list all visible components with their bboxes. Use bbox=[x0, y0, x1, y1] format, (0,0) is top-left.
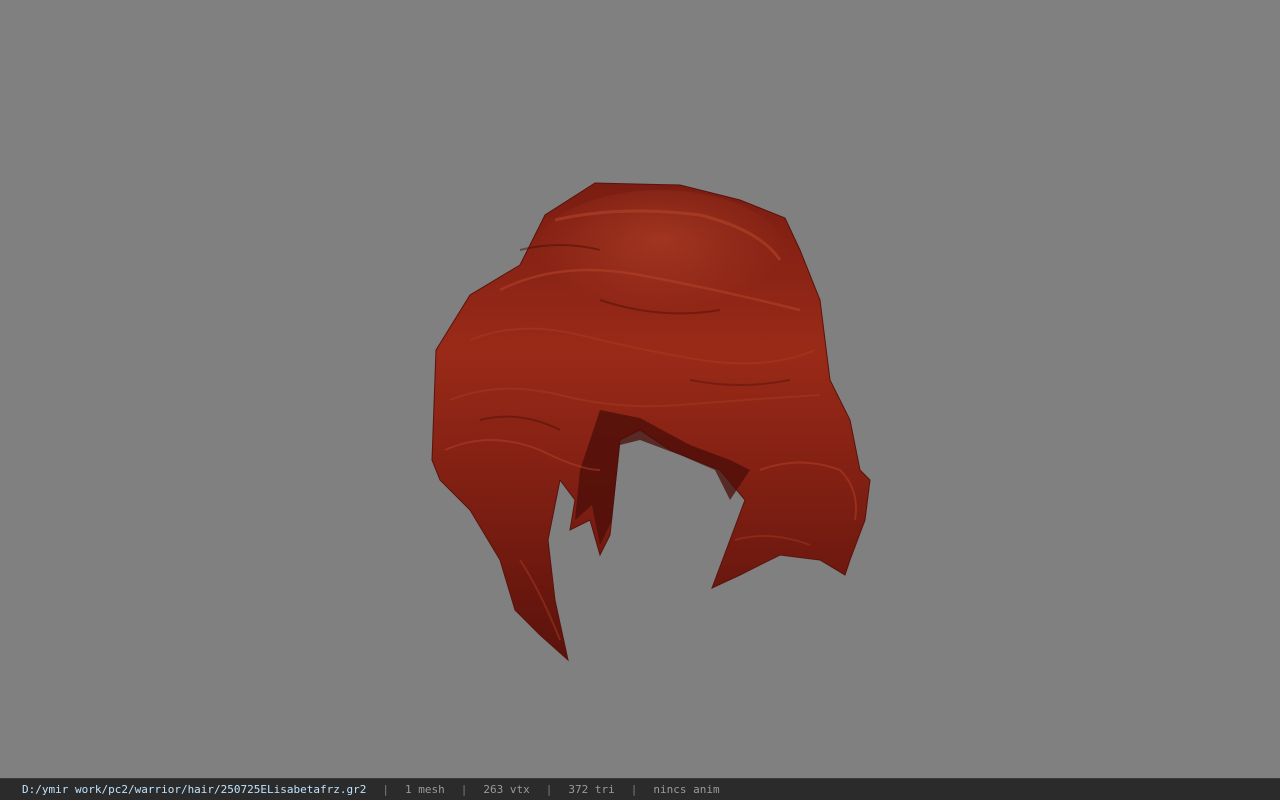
separator: | bbox=[630, 783, 638, 796]
status-bar: D:/ymir work/pc2/warrior/hair/250725ELis… bbox=[0, 778, 1280, 800]
separator: | bbox=[545, 783, 553, 796]
hair-mesh bbox=[431, 182, 871, 662]
file-path: D:/ymir work/pc2/warrior/hair/250725ELis… bbox=[22, 783, 367, 796]
3d-viewport[interactable] bbox=[0, 0, 1280, 778]
hair-model-render[interactable] bbox=[0, 0, 1280, 778]
anim-status: nincs anim bbox=[653, 783, 720, 796]
separator: | bbox=[382, 783, 389, 796]
triangle-count: 372 tri bbox=[568, 783, 615, 796]
mesh-count: 1 mesh bbox=[405, 783, 445, 796]
separator: | bbox=[460, 783, 468, 796]
vertex-count: 263 vtx bbox=[483, 783, 530, 796]
